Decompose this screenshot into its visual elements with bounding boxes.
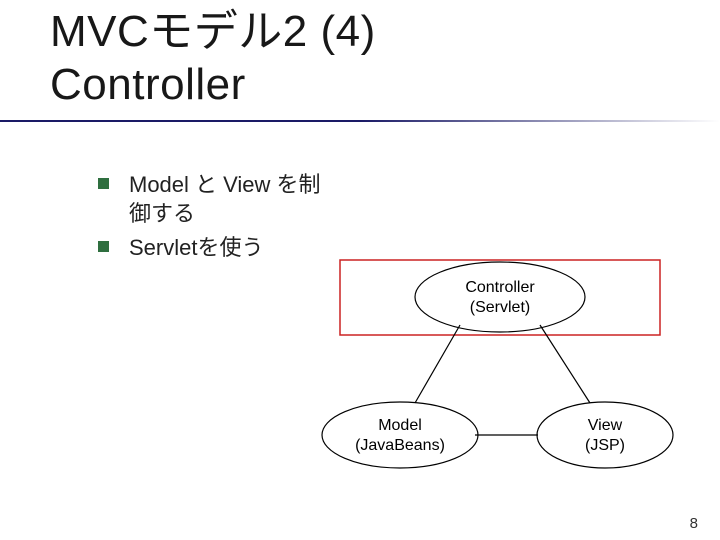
controller-label-2: (Servlet) xyxy=(470,299,530,316)
line-controller-model xyxy=(415,325,460,403)
highlight-box xyxy=(340,260,660,335)
title-underline xyxy=(0,120,720,122)
list-item: Model と View を制御する xyxy=(98,170,340,229)
bullet-list: Model と View を制御する Servletを使う xyxy=(0,170,340,263)
bullet-text: Model と View を制御する xyxy=(129,170,340,229)
view-label-1: View xyxy=(588,417,623,434)
view-label-2: (JSP) xyxy=(585,437,625,454)
bullet-text: Servletを使う xyxy=(129,233,263,263)
list-item: Servletを使う xyxy=(98,233,340,263)
model-ellipse xyxy=(322,402,478,468)
view-ellipse xyxy=(537,402,673,468)
slide: MVCモデル2 (4) Controller Model と View を制御す… xyxy=(0,0,720,540)
model-label-2: (JavaBeans) xyxy=(355,437,445,454)
bullet-icon xyxy=(98,178,109,189)
line-controller-view xyxy=(540,325,590,403)
model-label-1: Model xyxy=(378,417,422,434)
bullet-icon xyxy=(98,241,109,252)
slide-number: 8 xyxy=(690,515,698,532)
mvc-diagram: Controller (Servlet) Model (JavaBeans) V… xyxy=(310,250,690,480)
controller-label-1: Controller xyxy=(465,279,535,296)
title-line2: Controller xyxy=(50,60,246,109)
slide-title: MVCモデル2 (4) Controller xyxy=(0,0,720,112)
title-line1: MVCモデル2 (4) xyxy=(50,7,376,56)
controller-ellipse xyxy=(415,262,585,332)
